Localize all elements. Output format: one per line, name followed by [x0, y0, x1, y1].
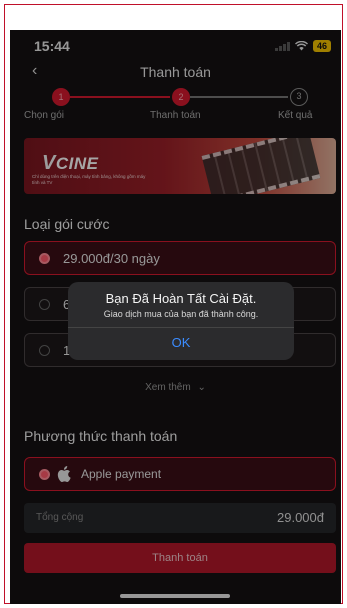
- alert-divider: [68, 327, 294, 328]
- alert-message: Giao dịch mua của bạn đã thành công.: [103, 309, 259, 319]
- alert-ok-button[interactable]: OK: [68, 335, 294, 350]
- phone-screen: 15:44 46 ‹ Thanh toán 1 2 3 Chọn gói Tha…: [10, 30, 341, 604]
- alert-title: Bạn Đã Hoàn Tất Cài Đặt.: [105, 291, 257, 306]
- success-alert: Bạn Đã Hoàn Tất Cài Đặt. Giao dịch mua c…: [68, 282, 294, 360]
